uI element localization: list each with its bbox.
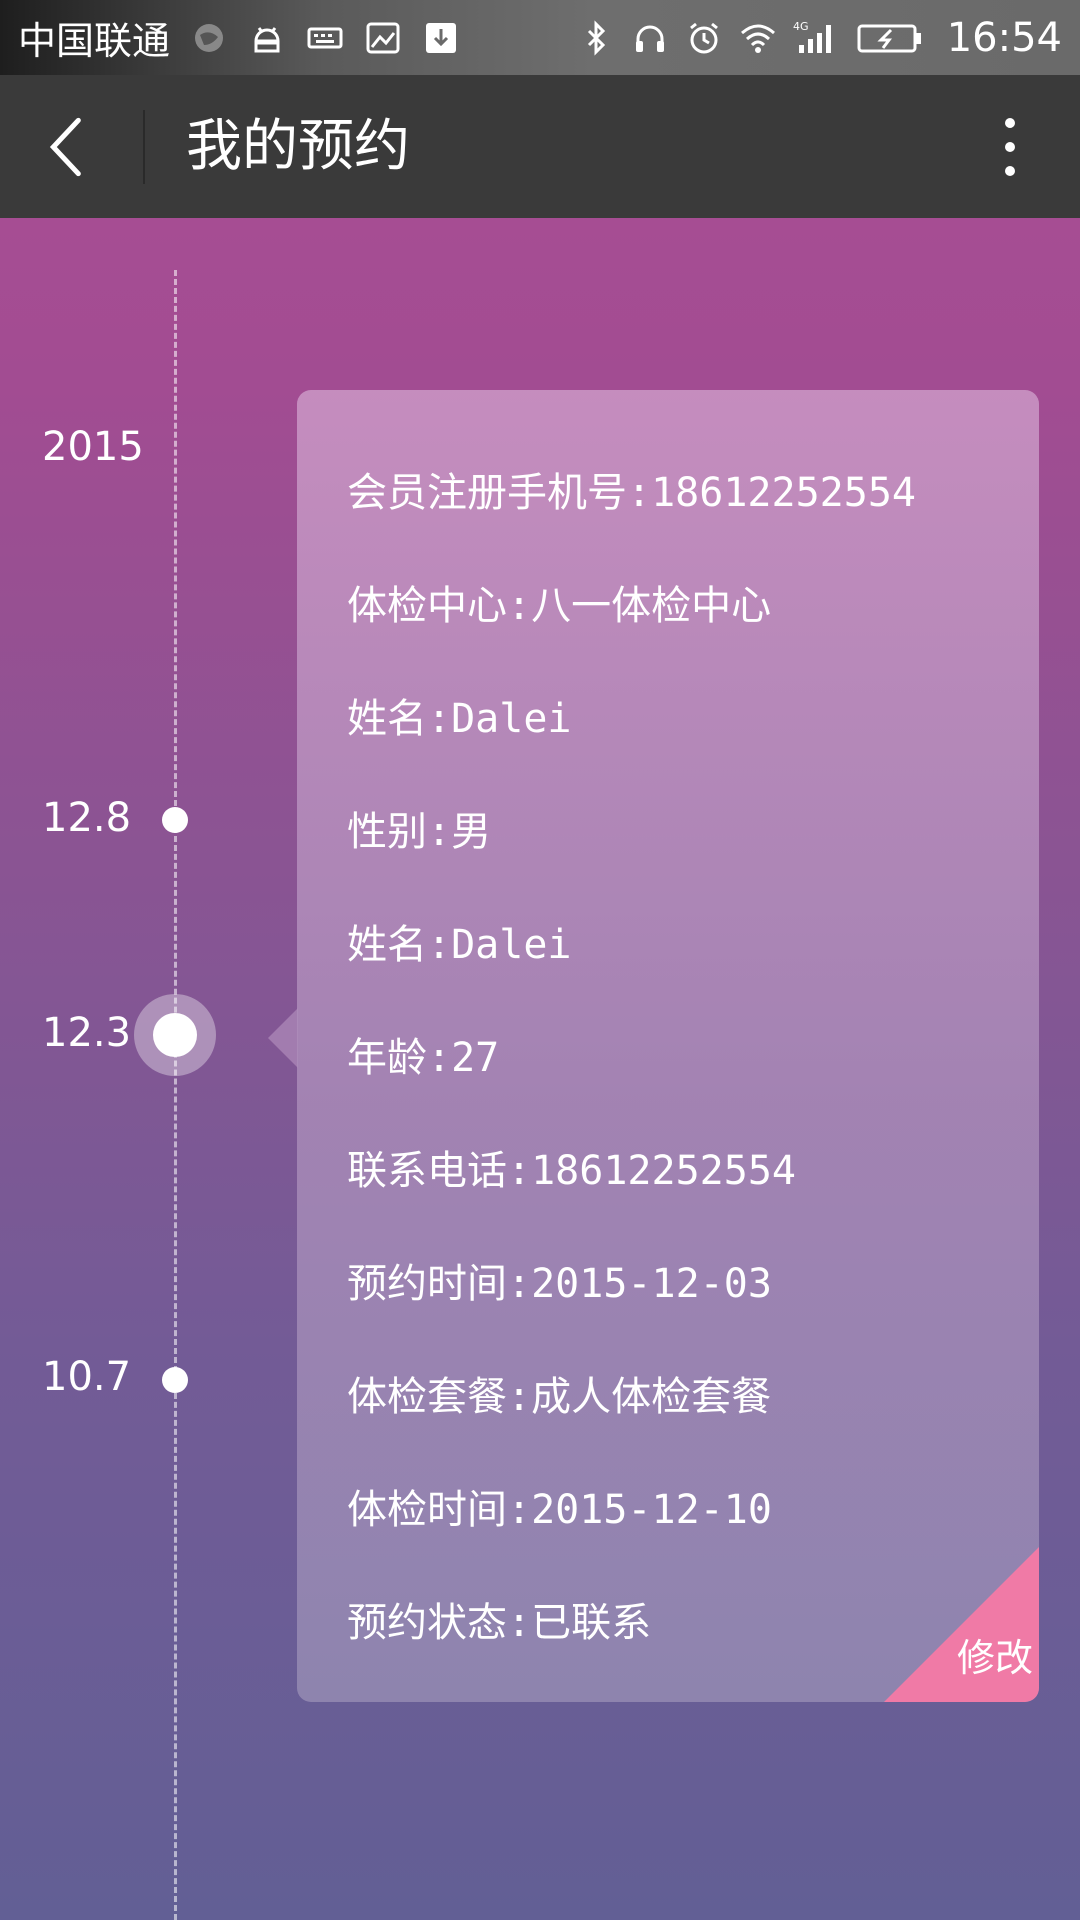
carrier-name: 中国联通 [18, 19, 171, 63]
timeline-year: 2015 [42, 424, 144, 470]
alarm-icon [685, 19, 723, 57]
keyboard-icon [306, 19, 344, 57]
appointment-card: 会员注册手机号:18612252554 体检中心:八一体检中心 姓名:Dalei… [297, 390, 1039, 1702]
more-vert-icon [1005, 118, 1015, 176]
exam-center-row: 体检中心:八一体检中心 [347, 583, 772, 629]
back-button[interactable] [30, 107, 110, 187]
age-row: 年龄:27 [347, 1035, 500, 1081]
appointment-status-row: 预约状态:已联系 [347, 1600, 652, 1646]
signal-icon: 4G [793, 19, 841, 57]
wifi-icon [739, 19, 777, 57]
android-icon [248, 19, 286, 57]
status-bar: 中国联通 4G 16:54 [0, 0, 1080, 75]
image-icon [364, 19, 402, 57]
headphones-icon [631, 19, 669, 57]
contact-phone-row: 联系电话:18612252554 [347, 1148, 796, 1194]
appointment-time-row: 预约时间:2015-12-03 [347, 1261, 772, 1307]
screen: 中国联通 4G 16:54 我的预约 2015 12.8 12.3 10.7 会… [0, 0, 1080, 1920]
timeline-line [174, 270, 177, 1920]
edit-button-label[interactable]: 修改 [957, 1627, 1033, 1682]
battery-charging-icon [857, 19, 923, 57]
network-type: 4G [793, 20, 809, 33]
globe-icon [190, 19, 228, 57]
status-left: 中国联通 [18, 0, 460, 75]
more-options-button[interactable] [970, 107, 1050, 187]
timeline-date-label-selected[interactable]: 12.3 [42, 1010, 131, 1056]
back-arrow-icon [49, 117, 81, 177]
status-right: 4G 16:54 [577, 0, 1062, 75]
timeline-dot[interactable] [162, 1367, 188, 1393]
download-icon [422, 19, 460, 57]
timeline-dot[interactable] [162, 807, 188, 833]
member-phone-row: 会员注册手机号:18612252554 [347, 470, 916, 516]
bluetooth-icon [577, 19, 615, 57]
name-row-2: 姓名:Dalei [347, 922, 572, 968]
timeline-date-label[interactable]: 12.8 [42, 795, 131, 841]
timeline-date-label[interactable]: 10.7 [42, 1354, 131, 1400]
card-pointer [268, 1008, 298, 1068]
app-bar-divider [143, 110, 145, 184]
exam-time-row: 体检时间:2015-12-10 [347, 1487, 772, 1533]
page-title: 我的预约 [186, 114, 410, 179]
name-row: 姓名:Dalei [347, 696, 572, 742]
exam-package-row: 体检套餐:成人体检套餐 [347, 1374, 772, 1420]
status-time: 16:54 [946, 14, 1062, 61]
gender-row: 性别:男 [347, 809, 492, 855]
timeline-dot-selected[interactable] [153, 1013, 197, 1057]
app-bar: 我的预约 [0, 75, 1080, 218]
